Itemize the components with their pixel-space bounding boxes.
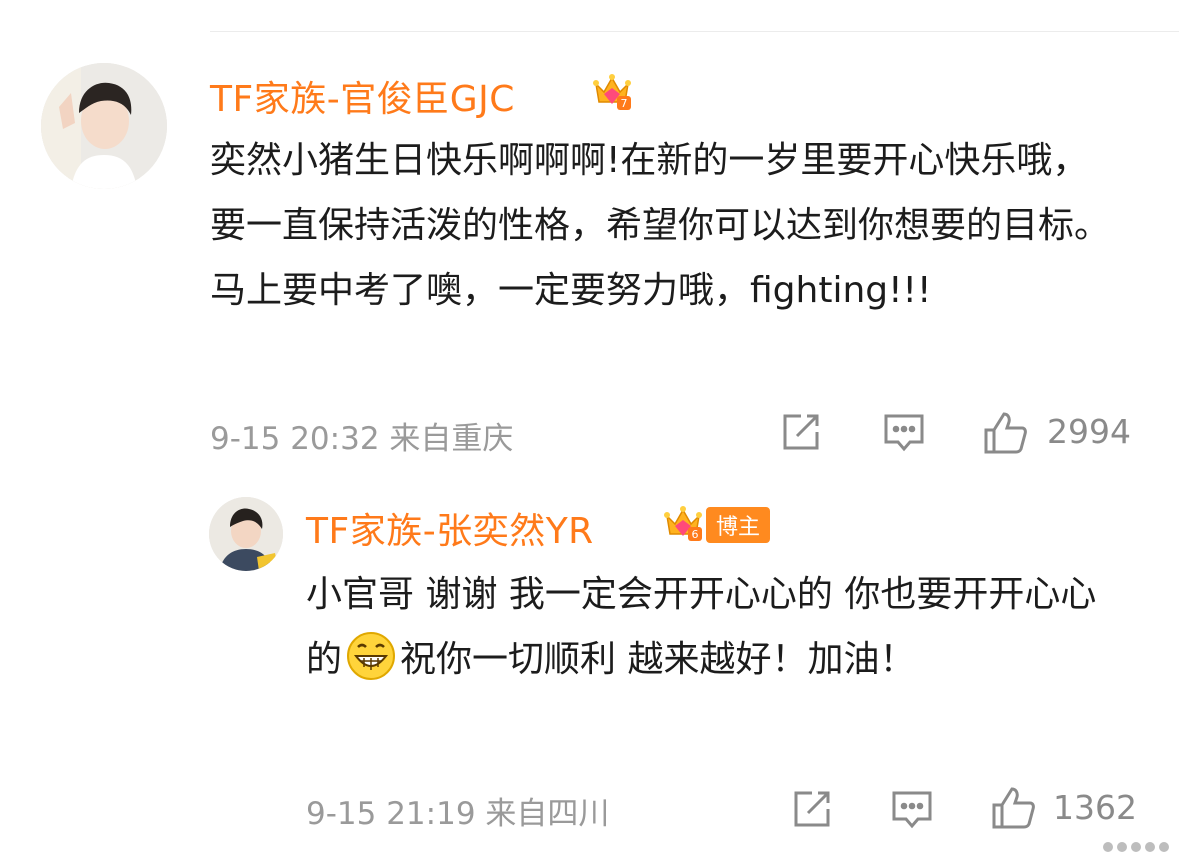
reply-text: 小官哥 谢谢 我一定会开开心心的 你也要开开心心的 祝你一切顺利 越来越好！加油… (306, 562, 1106, 692)
watermark-dots (1100, 833, 1172, 861)
grin-emoji (347, 632, 396, 680)
crown-badge-icon: 7 (590, 68, 634, 116)
share-icon[interactable] (790, 787, 834, 835)
reply-meta: 9-15 21:19 来自四川 (306, 796, 610, 832)
top-divider (210, 31, 1179, 32)
like-icon[interactable] (982, 410, 1028, 460)
reply-username[interactable]: TF家族-张奕然YR (306, 502, 594, 554)
comment-like-count: 2994 (1047, 412, 1131, 451)
like-icon[interactable] (990, 785, 1036, 835)
reply-like-count: 1362 (1053, 788, 1137, 827)
comment-meta: 9-15 20:32 来自重庆 (210, 421, 514, 457)
crown-badge-icon: 6 (661, 500, 711, 548)
comment-icon[interactable] (890, 787, 934, 835)
comment-text: 奕然小猪生日快乐啊啊啊!在新的一岁里要开心快乐哦，要一直保持活泼的性格，希望你可… (210, 140, 1111, 311)
avatar[interactable] (209, 497, 283, 571)
comment-username[interactable]: TF家族-官俊臣GJC (210, 70, 515, 122)
share-icon[interactable] (779, 410, 823, 458)
reply-text-part2: 祝你一切顺利 越来越好！加油！ (400, 639, 916, 680)
crown-level: 6 (692, 528, 699, 541)
crown-level: 7 (621, 97, 628, 110)
comment-icon[interactable] (882, 410, 926, 458)
blogger-tag: 博主 (706, 507, 771, 543)
avatar[interactable] (41, 63, 167, 189)
